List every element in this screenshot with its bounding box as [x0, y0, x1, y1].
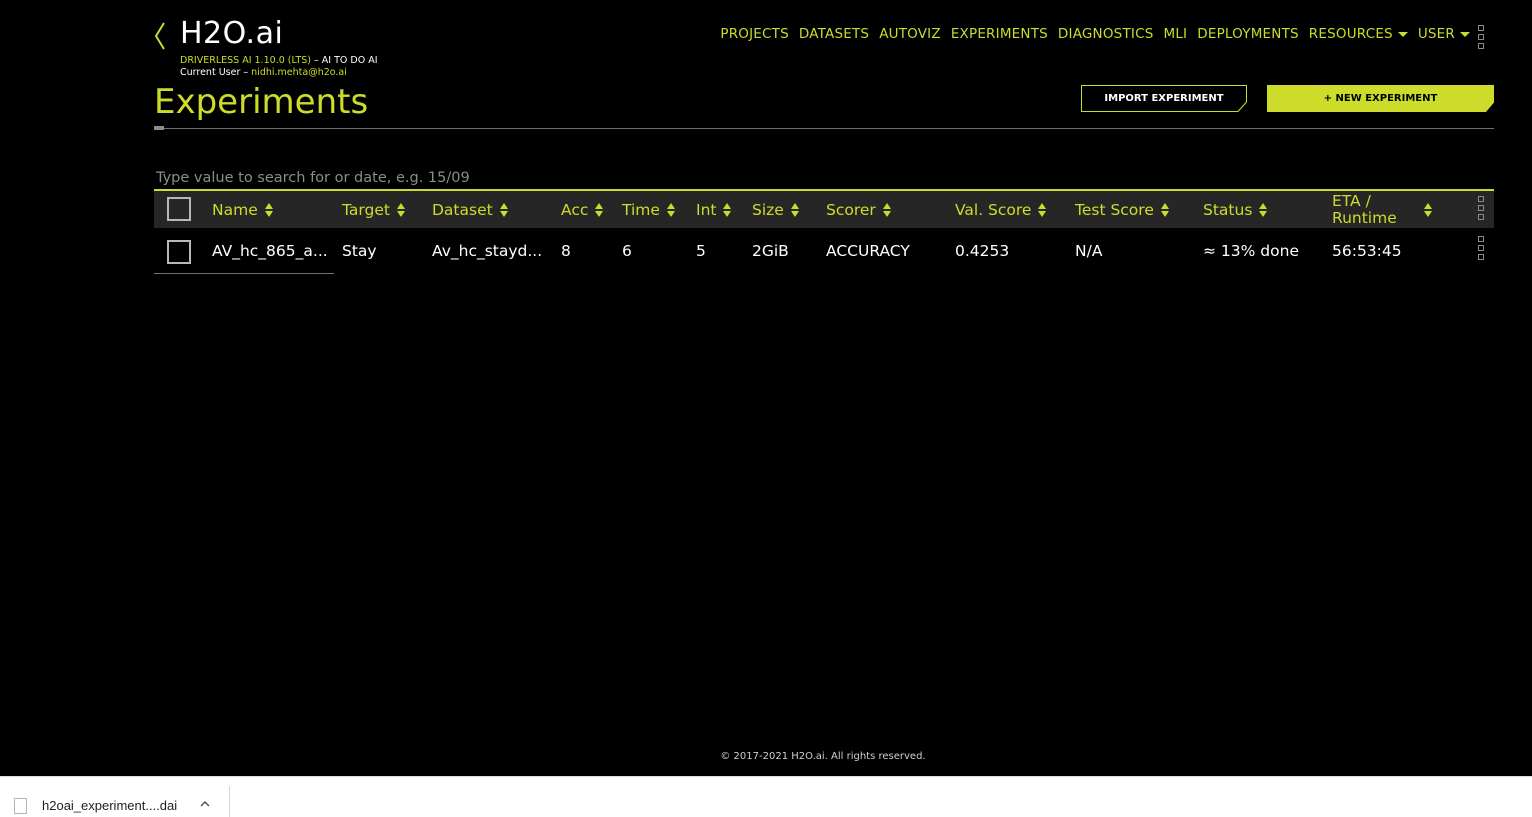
new-experiment-button[interactable]: + NEW EXPERIMENT [1267, 85, 1494, 112]
col-dataset-header[interactable]: Dataset [432, 191, 508, 228]
nav-experiments[interactable]: EXPERIMENTS [951, 26, 1048, 42]
col-status-header[interactable]: Status [1203, 191, 1268, 228]
cell-int: 5 [696, 242, 706, 260]
app-menu-icon[interactable] [1478, 25, 1484, 49]
col-int-header[interactable]: Int [696, 191, 732, 228]
col-eta-label-line1: ETA / [1332, 191, 1371, 210]
sort-icon [666, 202, 675, 217]
col-dataset-label: Dataset [432, 200, 493, 219]
cell-name[interactable]: AV_hc_865_a... [212, 230, 328, 272]
caret-down-icon [1460, 31, 1470, 37]
col-name-label: Name [212, 200, 258, 219]
col-eta-header[interactable]: ETA / Runtime [1332, 191, 1432, 228]
nav-deployments[interactable]: DEPLOYMENTS [1197, 26, 1299, 42]
search-input[interactable] [156, 168, 756, 188]
sort-icon [723, 202, 732, 217]
col-int-label: Int [696, 200, 717, 219]
import-experiment-button[interactable]: IMPORT EXPERIMENT [1081, 85, 1247, 112]
page-title: Experiments [154, 82, 369, 122]
cell-acc: 8 [561, 242, 571, 260]
sort-icon [1259, 202, 1268, 217]
col-target-header[interactable]: Target [342, 191, 405, 228]
col-eta-label-line2: Runtime [1332, 208, 1397, 227]
cell-test-score: N/A [1075, 242, 1103, 260]
col-size-header[interactable]: Size [752, 191, 799, 228]
col-size-label: Size [752, 200, 784, 219]
download-separator [229, 786, 230, 817]
cell-status: ≈ 13% done [1203, 242, 1299, 260]
sort-icon [790, 202, 799, 217]
col-acc-label: Acc [561, 200, 589, 219]
col-name-header[interactable]: Name [212, 191, 273, 228]
title-divider-mark [154, 126, 164, 130]
cell-time: 6 [622, 242, 632, 260]
col-status-label: Status [1203, 200, 1253, 219]
app-window: H2O.ai DRIVERLESS AI 1.10.0 (LTS) – AI T… [0, 0, 1532, 776]
column-options-icon[interactable] [1478, 196, 1484, 220]
download-file-name[interactable]: h2oai_experiment....dai [42, 798, 177, 813]
sort-icon [1423, 202, 1432, 217]
current-user-prefix: Current User – [180, 67, 252, 78]
col-test-score-header[interactable]: Test Score [1075, 191, 1169, 228]
import-experiment-button-frame: IMPORT EXPERIMENT [1081, 85, 1247, 112]
sort-icon [1160, 202, 1169, 217]
row-name-underline [154, 273, 334, 274]
sort-icon [882, 202, 891, 217]
col-time-label: Time [622, 200, 660, 219]
nav-user-label: USER [1417, 26, 1455, 42]
table-row[interactable]: AV_hc_865_a... Stay Av_hc_stayd... 8 6 5… [154, 230, 1494, 272]
col-val-score-label: Val. Score [955, 200, 1032, 219]
nav-autoviz[interactable]: AUTOVIZ [879, 26, 941, 42]
col-target-label: Target [342, 200, 390, 219]
title-divider [154, 128, 1494, 129]
cell-dataset: Av_hc_stayd... [432, 242, 543, 260]
cell-scorer: ACCURACY [826, 242, 910, 260]
nav-resources[interactable]: RESOURCES [1309, 26, 1408, 42]
logo[interactable]: H2O.ai [180, 16, 283, 51]
current-user-line: Current User – nidhi.mehta@h2o.ai [180, 67, 347, 78]
nav-resources-label: RESOURCES [1308, 26, 1393, 42]
nav-projects[interactable]: PROJECTS [720, 26, 789, 42]
sort-icon [499, 202, 508, 217]
sort-icon [1038, 202, 1047, 217]
col-scorer-label: Scorer [826, 200, 876, 219]
cell-target: Stay [342, 242, 377, 260]
col-acc-header[interactable]: Acc [561, 191, 604, 228]
cell-size: 2GiB [752, 242, 789, 260]
col-scorer-header[interactable]: Scorer [826, 191, 891, 228]
current-user-email[interactable]: nidhi.mehta@h2o.ai [251, 67, 347, 78]
col-time-header[interactable]: Time [622, 191, 675, 228]
nav-user[interactable]: USER [1418, 26, 1470, 42]
file-icon [14, 798, 27, 814]
version-label: DRIVERLESS AI 1.10.0 (LTS) [180, 55, 311, 66]
nav-mli[interactable]: MLI [1163, 26, 1187, 42]
nav-datasets[interactable]: DATASETS [799, 26, 869, 42]
col-val-score-header[interactable]: Val. Score [955, 191, 1047, 228]
copyright-text: © 2017-2021 H2O.ai. All rights reserved. [720, 751, 926, 762]
row-menu-icon[interactable] [1478, 236, 1484, 260]
caret-down-icon [1397, 31, 1408, 37]
row-checkbox[interactable] [167, 240, 191, 264]
cell-val-score: 0.4253 [955, 242, 1010, 260]
col-eta-label: ETA / Runtime [1332, 191, 1397, 227]
select-all-checkbox[interactable] [167, 197, 191, 221]
download-bar: h2oai_experiment....dai [0, 776, 1532, 817]
sort-icon [396, 202, 405, 217]
sort-icon [264, 202, 273, 217]
table-header: Name Target Dataset Acc Time Int Size Sc… [154, 191, 1494, 228]
nav-diagnostics[interactable]: DIAGNOSTICS [1058, 26, 1154, 42]
top-nav: PROJECTS DATASETS AUTOVIZ EXPERIMENTS DI… [720, 26, 1470, 42]
col-test-score-label: Test Score [1075, 200, 1154, 219]
cell-eta: 56:53:45 [1332, 242, 1402, 260]
back-chevron-icon[interactable] [152, 20, 168, 52]
version-suffix: – AI TO DO AI [310, 55, 378, 66]
version-line: DRIVERLESS AI 1.10.0 (LTS) – AI TO DO AI [180, 55, 378, 66]
chevron-up-icon[interactable] [200, 799, 210, 809]
sort-icon [595, 202, 604, 217]
